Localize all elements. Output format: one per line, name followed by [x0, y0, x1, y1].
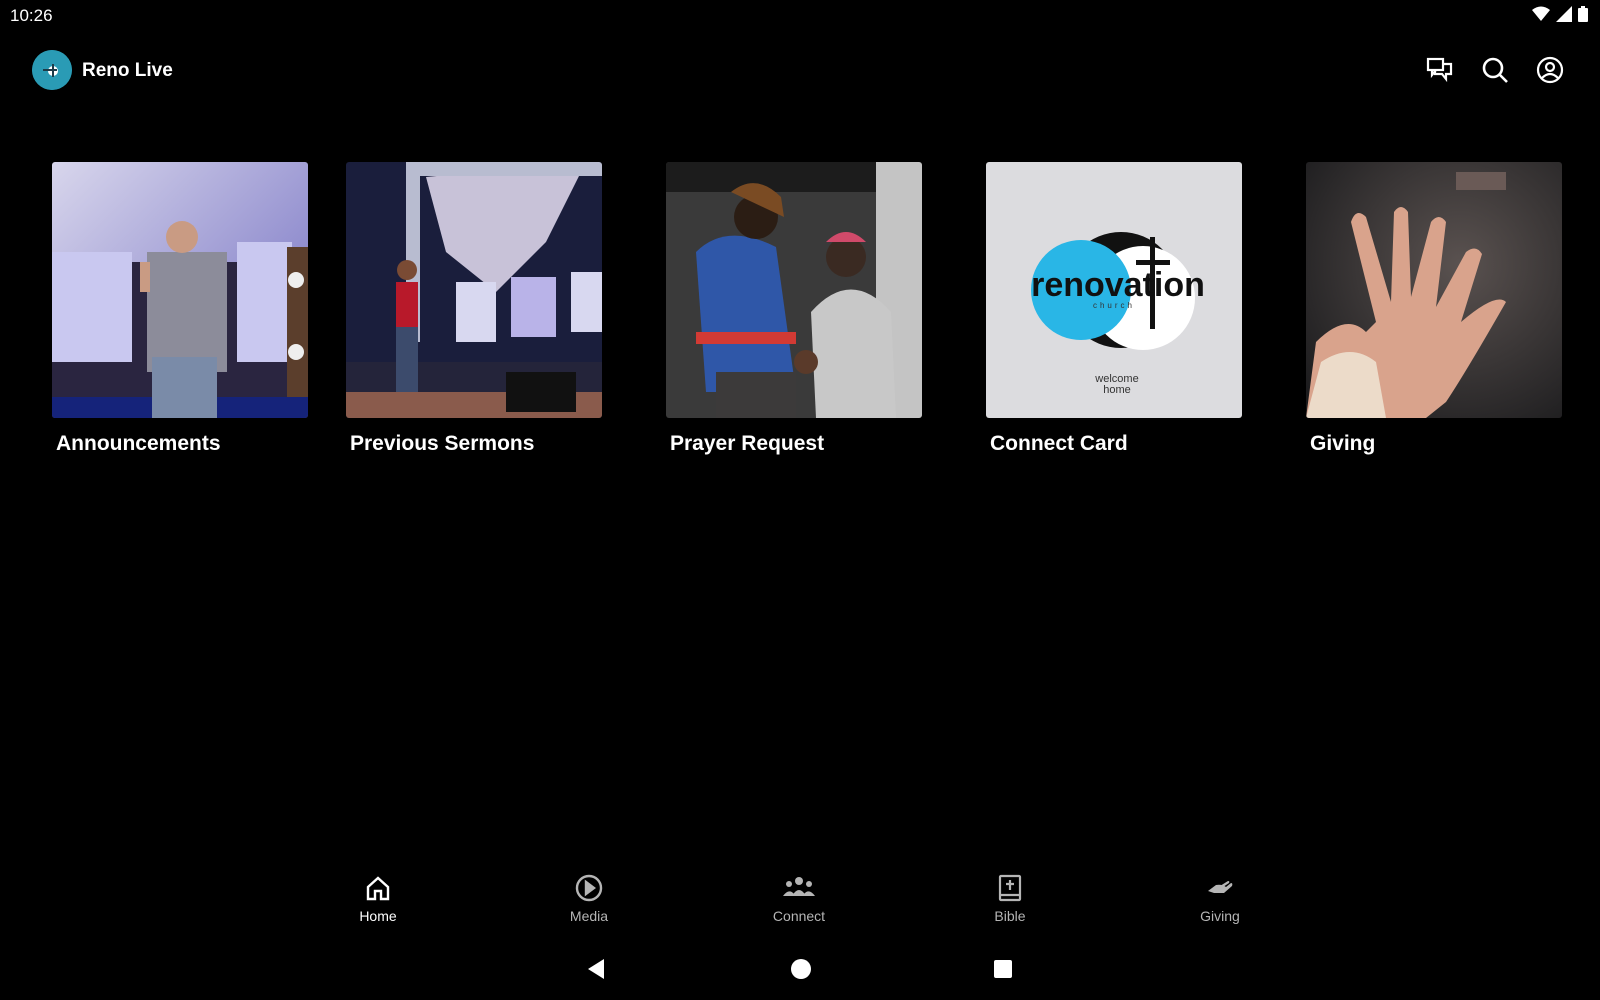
- connect-card-logo-sub: church: [1093, 301, 1135, 310]
- church-logo[interactable]: [32, 50, 72, 90]
- app-actions: [1424, 54, 1566, 86]
- tile-giving[interactable]: Giving: [1306, 162, 1562, 456]
- home-icon: [328, 872, 428, 904]
- status-time: 10:26: [10, 6, 53, 25]
- nav-label: Home: [359, 908, 397, 924]
- cellular-signal-icon: [1556, 6, 1572, 27]
- nav-label: Connect: [772, 908, 826, 924]
- nav-item-home[interactable]: Home: [328, 872, 428, 924]
- nav-item-connect[interactable]: Connect: [749, 872, 849, 924]
- search-icon[interactable]: [1479, 54, 1511, 86]
- play-circle-icon: [539, 872, 639, 904]
- battery-icon: [1578, 6, 1588, 27]
- app-bar: Reno Live: [0, 44, 1600, 96]
- chat-icon[interactable]: [1424, 54, 1456, 86]
- bible-icon: [960, 872, 1060, 904]
- status-bar: 10:26: [0, 0, 1600, 30]
- connect-card-logo-text: renovation: [1031, 266, 1205, 304]
- recents-icon[interactable]: [992, 958, 1014, 985]
- tile-label: Previous Sermons: [350, 432, 535, 455]
- tile-label: Prayer Request: [670, 432, 825, 455]
- giving-hand-icon: [1170, 872, 1270, 904]
- account-icon[interactable]: [1534, 54, 1566, 86]
- tiles-row: Announcements Previous Sermons Prayer Re…: [52, 162, 1562, 462]
- tile-connect-card[interactable]: renovation church welcome home Connect C…: [986, 162, 1242, 456]
- bottom-nav: Home Media Connect Bible Giving: [0, 872, 1600, 936]
- back-icon[interactable]: [586, 958, 606, 985]
- tile-label: Giving: [1310, 432, 1376, 455]
- tile-prayer-request[interactable]: Prayer Request: [666, 162, 922, 456]
- connect-card-image: renovation church welcome home: [986, 162, 1242, 418]
- home-circle-icon[interactable]: [790, 958, 812, 985]
- app-title: Reno Live: [82, 60, 173, 81]
- nav-label: Media: [569, 908, 609, 924]
- prayer-request-image: [666, 162, 922, 418]
- tile-label: Announcements: [56, 432, 221, 455]
- connect-card-tagline-2: home: [1103, 384, 1131, 396]
- nav-label: Giving: [1200, 908, 1240, 924]
- announcements-image: [52, 162, 308, 418]
- previous-sermons-image: [346, 162, 602, 418]
- wifi-icon: [1532, 6, 1550, 27]
- nav-item-media[interactable]: Media: [539, 872, 639, 924]
- group-icon: [749, 872, 849, 904]
- nav-item-bible[interactable]: Bible: [960, 872, 1060, 924]
- tile-label: Connect Card: [990, 432, 1128, 455]
- nav-label: Bible: [994, 908, 1026, 924]
- system-nav: [0, 952, 1600, 988]
- tile-previous-sermons[interactable]: Previous Sermons: [346, 162, 602, 456]
- tile-announcements[interactable]: Announcements: [52, 162, 308, 456]
- giving-image: [1306, 162, 1562, 418]
- status-icons: [1532, 6, 1588, 27]
- nav-item-giving[interactable]: Giving: [1170, 872, 1270, 924]
